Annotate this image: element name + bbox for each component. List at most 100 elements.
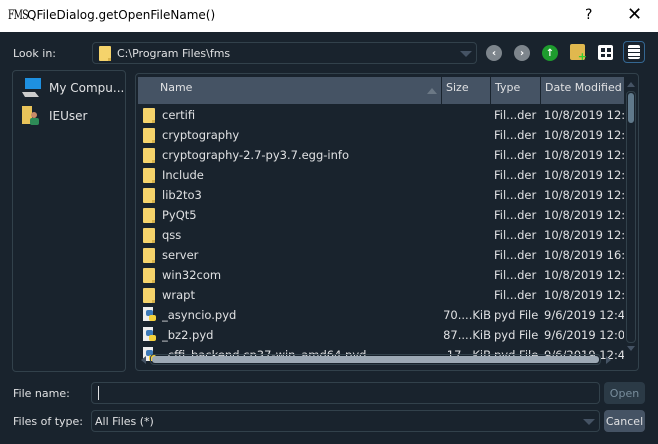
file-name-input[interactable]	[91, 382, 600, 404]
column-header-name[interactable]: Name	[138, 77, 442, 104]
vertical-scrollbar[interactable]	[625, 77, 638, 356]
table-row[interactable]: server Fil...der 10/8/2019 16:12	[138, 245, 624, 265]
file-name: _asyncio.pyd	[162, 308, 237, 322]
title-bar: FMS QFileDialog.getOpenFileName() ? ✕	[0, 0, 658, 32]
folder-icon	[99, 46, 111, 61]
app-logo-icon: FMS	[8, 8, 28, 23]
help-button[interactable]: ?	[585, 7, 592, 23]
look-in-label: Look in:	[13, 47, 56, 60]
chevron-down-icon	[460, 51, 472, 57]
table-row[interactable]: _asyncio.pyd 70....KiB pyd File 9/6/2019 12…	[138, 305, 624, 325]
table-row[interactable]: _bz2.pyd 87....KiB pyd File 9/6/2019 12:05	[138, 325, 624, 345]
forward-icon[interactable]: ›	[514, 45, 530, 61]
file-date: 10/8/2019 12:49	[544, 108, 624, 122]
back-icon[interactable]: ‹	[486, 45, 502, 61]
horizontal-scrollbar[interactable]	[138, 353, 624, 367]
file-name: cryptography	[162, 128, 240, 142]
folder-icon	[143, 108, 155, 123]
file-date: 9/6/2019 12:05	[544, 328, 624, 342]
scroll-up-icon[interactable]	[627, 82, 635, 87]
file-date: 10/8/2019 12:49	[544, 168, 624, 182]
list-view-icon[interactable]	[598, 45, 613, 60]
scroll-left-icon[interactable]	[141, 356, 146, 364]
file-name: certifi	[162, 108, 196, 122]
file-type: Fil...der	[494, 148, 537, 162]
look-in-path: C:\Program Files\fms	[117, 47, 231, 60]
file-name-label: File name:	[13, 387, 70, 400]
chevron-down-icon	[583, 419, 595, 425]
file-type: Fil...der	[494, 228, 537, 242]
file-type: Fil...der	[494, 188, 537, 202]
table-row[interactable]: Include Fil...der 10/8/2019 12:49	[138, 165, 624, 185]
column-header-type[interactable]: Type	[491, 77, 541, 104]
files-of-type-value: All Files (*)	[95, 415, 154, 428]
sidebar: My Compu... IEUser	[12, 70, 126, 372]
folder-icon	[143, 288, 155, 303]
user-folder-icon	[22, 106, 39, 125]
close-button[interactable]: ✕	[627, 4, 642, 25]
column-header-size[interactable]: Size	[442, 77, 491, 104]
scroll-right-icon[interactable]	[606, 356, 611, 364]
cancel-button[interactable]: Cancel	[604, 410, 645, 432]
folder-icon	[143, 148, 155, 163]
file-size: 87....KiB	[443, 328, 491, 342]
column-header-date[interactable]: Date Modified	[541, 77, 625, 104]
sidebar-item-label[interactable]: My Compu...	[49, 81, 124, 95]
scroll-track[interactable]	[626, 91, 636, 343]
file-name: qss	[162, 228, 182, 242]
file-date: 10/8/2019 12:49	[544, 208, 624, 222]
file-date: 10/8/2019 12:49	[544, 148, 624, 162]
table-row[interactable]: cryptography Fil...der 10/8/2019 12:49	[138, 125, 624, 145]
file-type: pyd File	[494, 308, 539, 322]
file-name: wrapt	[162, 288, 195, 302]
scroll-down-icon[interactable]	[627, 346, 635, 351]
file-type: Fil...der	[494, 108, 537, 122]
file-name: cryptography-2.7-py3.7.egg-info	[162, 148, 349, 162]
table-row[interactable]: lib2to3 Fil...der 10/8/2019 12:49	[138, 185, 624, 205]
file-type: Fil...der	[494, 208, 537, 222]
file-date: 10/8/2019 12:49	[544, 188, 624, 202]
h-scroll-thumb[interactable]	[152, 356, 599, 363]
sidebar-item-label[interactable]: IEUser	[49, 109, 87, 123]
new-folder-icon[interactable]: +	[570, 44, 587, 63]
table-row[interactable]: wrapt Fil...der 10/8/2019 12:49	[138, 285, 624, 305]
files-of-type-combo[interactable]: All Files (*)	[91, 410, 600, 432]
python-file-icon	[143, 327, 156, 341]
sidebar-item-my-computer[interactable]	[21, 77, 41, 97]
folder-icon	[143, 268, 155, 283]
detail-view-icon[interactable]	[623, 41, 645, 63]
file-date: 10/8/2019 12:49	[544, 268, 624, 282]
file-type: Fil...der	[494, 248, 537, 262]
file-name: Include	[162, 168, 204, 182]
folder-icon	[143, 228, 155, 243]
folder-icon	[143, 128, 155, 143]
column-label: Name	[160, 81, 193, 94]
computer-icon	[22, 78, 41, 97]
folder-icon	[143, 248, 155, 263]
parent-directory-icon[interactable]: ↑	[542, 45, 558, 61]
file-name: server	[162, 248, 199, 262]
file-name: lib2to3	[162, 188, 202, 202]
file-date: 9/6/2019 12:43	[544, 308, 624, 322]
file-type: Fil...der	[494, 168, 537, 182]
file-type: Fil...der	[494, 288, 537, 302]
file-size: 70....KiB	[443, 308, 491, 322]
table-row[interactable]: cryptography-2.7-py3.7.egg-info Fil...der…	[138, 145, 624, 165]
scroll-thumb[interactable]	[628, 93, 634, 123]
table-row[interactable]: certifi Fil...der 10/8/2019 12:49	[138, 105, 624, 125]
sidebar-item-ieuser[interactable]	[22, 105, 42, 130]
table-row[interactable]: qss Fil...der 10/8/2019 12:49	[138, 225, 624, 245]
table-row[interactable]: win32com Fil...der 10/8/2019 12:49	[138, 265, 624, 285]
python-file-icon	[143, 307, 156, 321]
file-name: _bz2.pyd	[162, 328, 214, 342]
folder-icon	[143, 208, 155, 223]
file-type: pyd File	[494, 328, 539, 342]
look-in-combo[interactable]: C:\Program Files\fms	[92, 42, 477, 64]
table-row[interactable]: PyQt5 Fil...der 10/8/2019 12:49	[138, 205, 624, 225]
files-of-type-label: Files of type:	[13, 415, 84, 428]
sort-ascending-icon	[427, 88, 437, 94]
file-list[interactable]: Name Size Type Date Modified certifi Fil.…	[135, 73, 639, 371]
file-date: 10/8/2019 12:49	[544, 228, 624, 242]
open-button[interactable]: Open	[604, 382, 645, 404]
folder-icon	[143, 168, 155, 183]
